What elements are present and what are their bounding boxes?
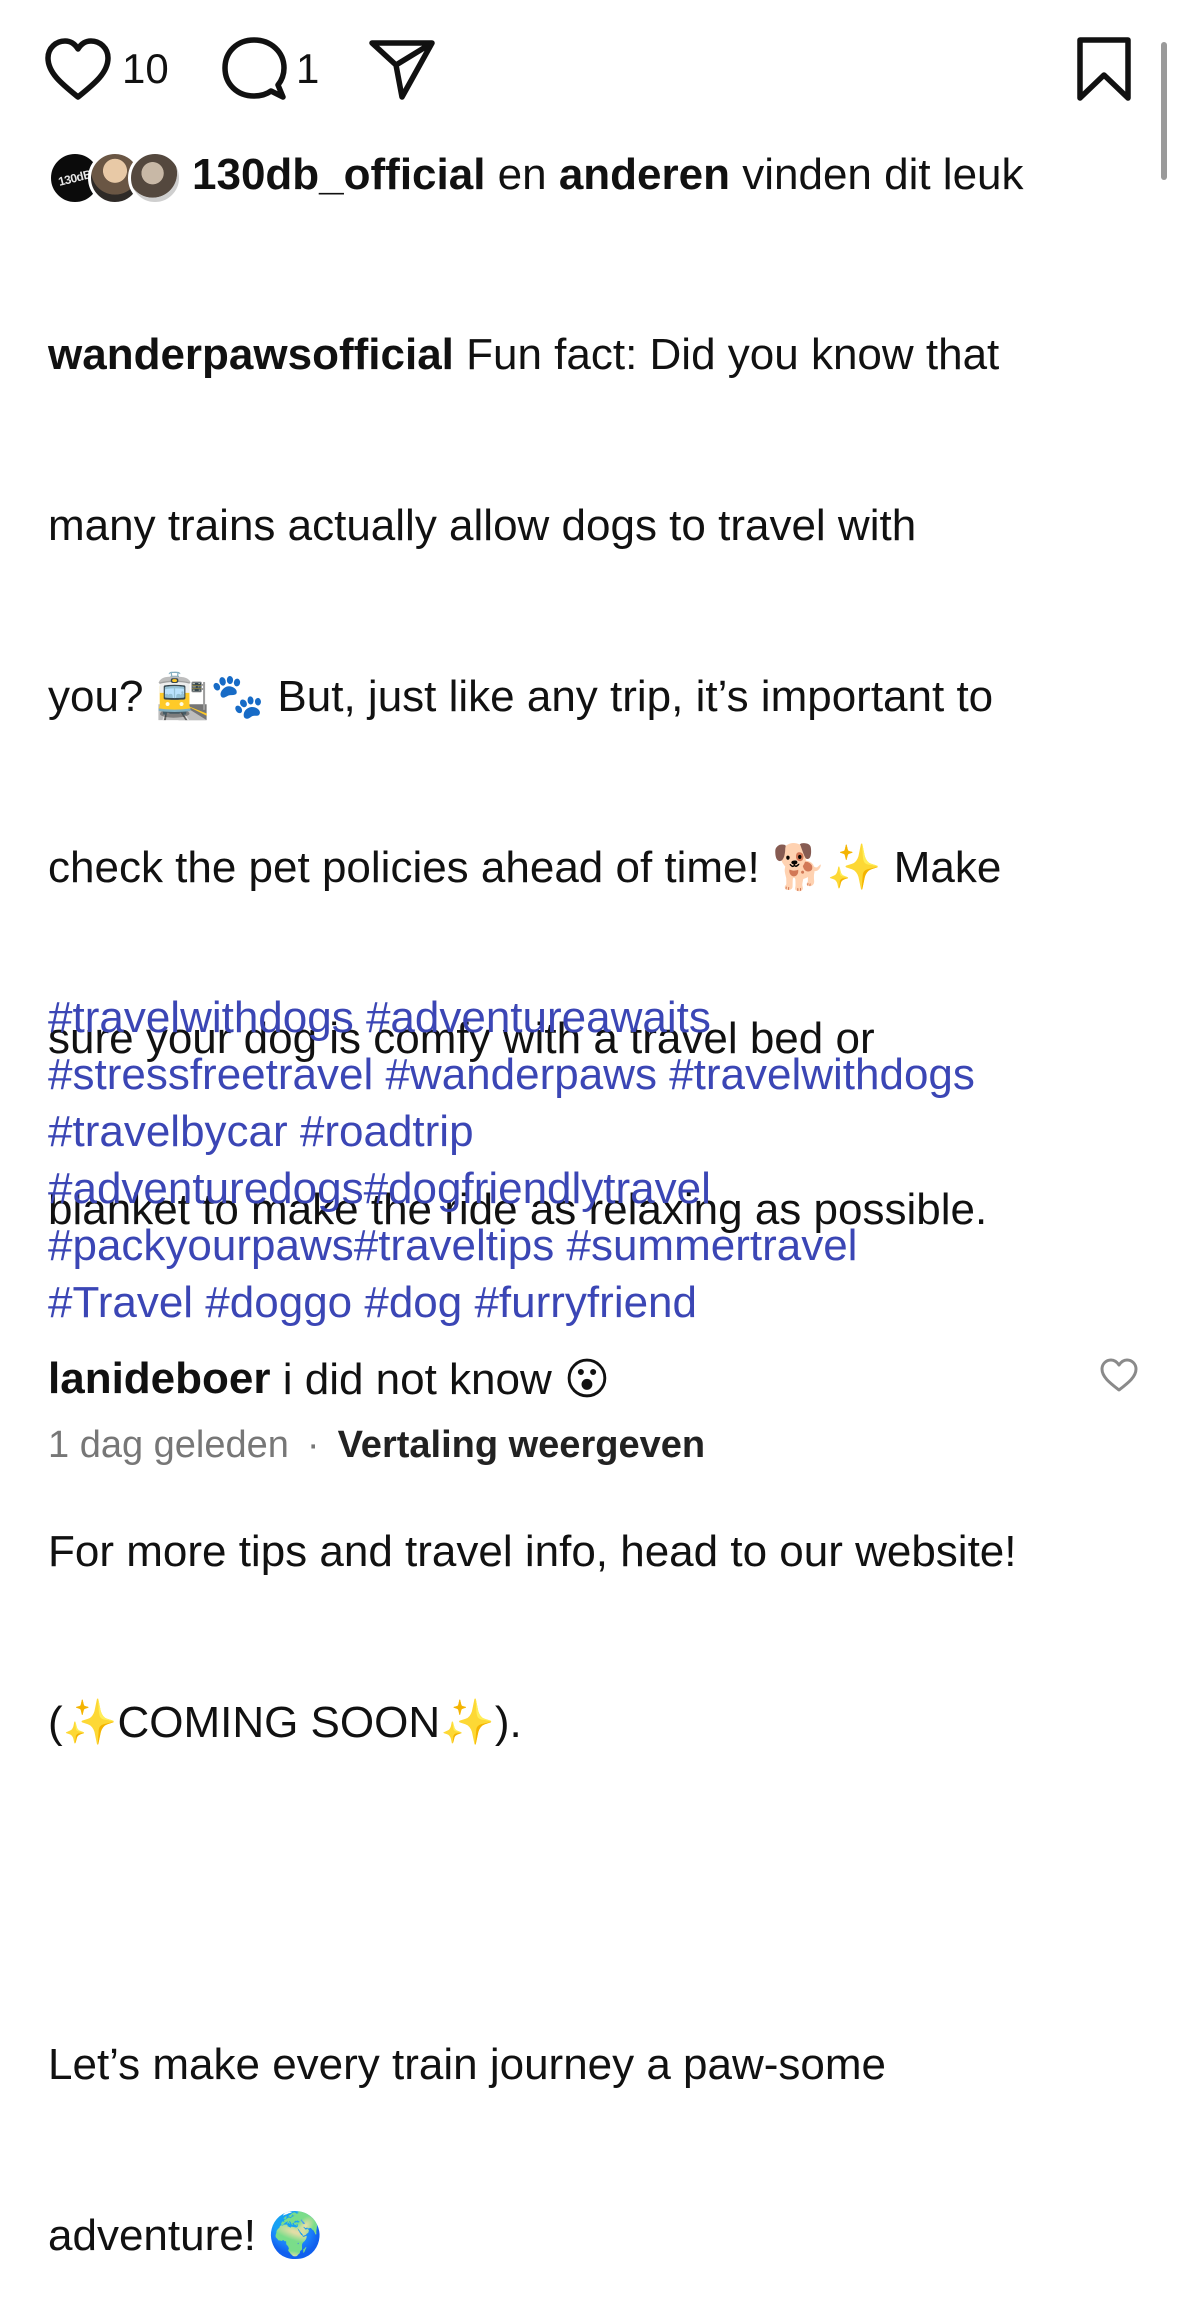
- comment-meta: 1 dag geleden · Vertaling weergeven: [48, 1424, 705, 1467]
- comment-timestamp: 1 dag geleden: [48, 1424, 289, 1466]
- comment-text: i did not know 😮: [270, 1354, 610, 1404]
- caption-line: you? 🚉🐾 But, just like any trip, it’s im…: [48, 672, 994, 721]
- likes-connector: en: [485, 150, 559, 199]
- others-link[interactable]: anderen: [559, 150, 730, 200]
- hashtags: #travelwithdogs #adventureawaits #stress…: [48, 989, 1140, 1331]
- comment-username[interactable]: lanideboer: [48, 1354, 271, 1404]
- likes-suffix: vinden dit leuk: [730, 150, 1024, 199]
- caption-username[interactable]: wanderpawsofficial: [48, 330, 454, 379]
- avatar: [128, 151, 182, 205]
- liker-avatars: 130dB: [48, 146, 182, 205]
- hashtag-line[interactable]: #adventuredogs#dogfriendlytravel: [48, 1160, 1140, 1217]
- save-button[interactable]: [1075, 34, 1133, 104]
- caption-line: Fun fact: Did you know that: [453, 330, 1000, 379]
- translate-button[interactable]: Vertaling weergeven: [338, 1424, 706, 1467]
- comment-bubble-icon[interactable]: [220, 35, 288, 103]
- first-liker-username[interactable]: 130db_official: [192, 150, 485, 200]
- comment-like-button[interactable]: [1099, 1357, 1139, 1398]
- heart-icon[interactable]: [1099, 1358, 1139, 1397]
- like-count[interactable]: 10: [122, 45, 169, 93]
- hashtag-line[interactable]: #stressfreetravel #wanderpaws #travelwit…: [48, 1046, 1140, 1103]
- like-group: 10: [42, 34, 169, 104]
- likes-summary[interactable]: 130dB 130db_official en anderen vinden d…: [48, 146, 1138, 205]
- caption-line: Let’s make every train journey a paw-som…: [48, 2040, 887, 2089]
- paper-plane-icon[interactable]: [368, 35, 436, 103]
- action-bar: 10 1: [42, 34, 1133, 104]
- bookmark-icon[interactable]: [1075, 36, 1133, 102]
- scrollbar[interactable]: [1161, 42, 1167, 180]
- caption-line: many trains actually allow dogs to trave…: [48, 501, 917, 550]
- hashtag-line[interactable]: #travelbycar #roadtrip: [48, 1103, 1140, 1160]
- hashtag-line[interactable]: #packyourpaws#traveltips #summertravel: [48, 1217, 1140, 1274]
- comment-group: 1: [220, 34, 319, 104]
- comment-count[interactable]: 1: [296, 45, 319, 93]
- share-button[interactable]: [368, 34, 436, 104]
- caption-line: For more tips and travel info, head to o…: [48, 1527, 1017, 1576]
- hashtag-line[interactable]: #Travel #doggo #dog #furryfriend: [48, 1274, 1140, 1331]
- caption-line: check the pet policies ahead of time! 🐕✨…: [48, 843, 1002, 892]
- hashtag-line[interactable]: #travelwithdogs #adventureawaits: [48, 989, 1140, 1046]
- heart-icon[interactable]: [42, 37, 114, 101]
- comment-row: lanideboer i did not know 😮: [48, 1350, 1140, 1408]
- separator-dot: ·: [306, 1424, 320, 1466]
- caption-line: adventure! 🌍: [48, 2211, 323, 2260]
- caption-line: (✨COMING SOON✨).: [48, 1698, 522, 1747]
